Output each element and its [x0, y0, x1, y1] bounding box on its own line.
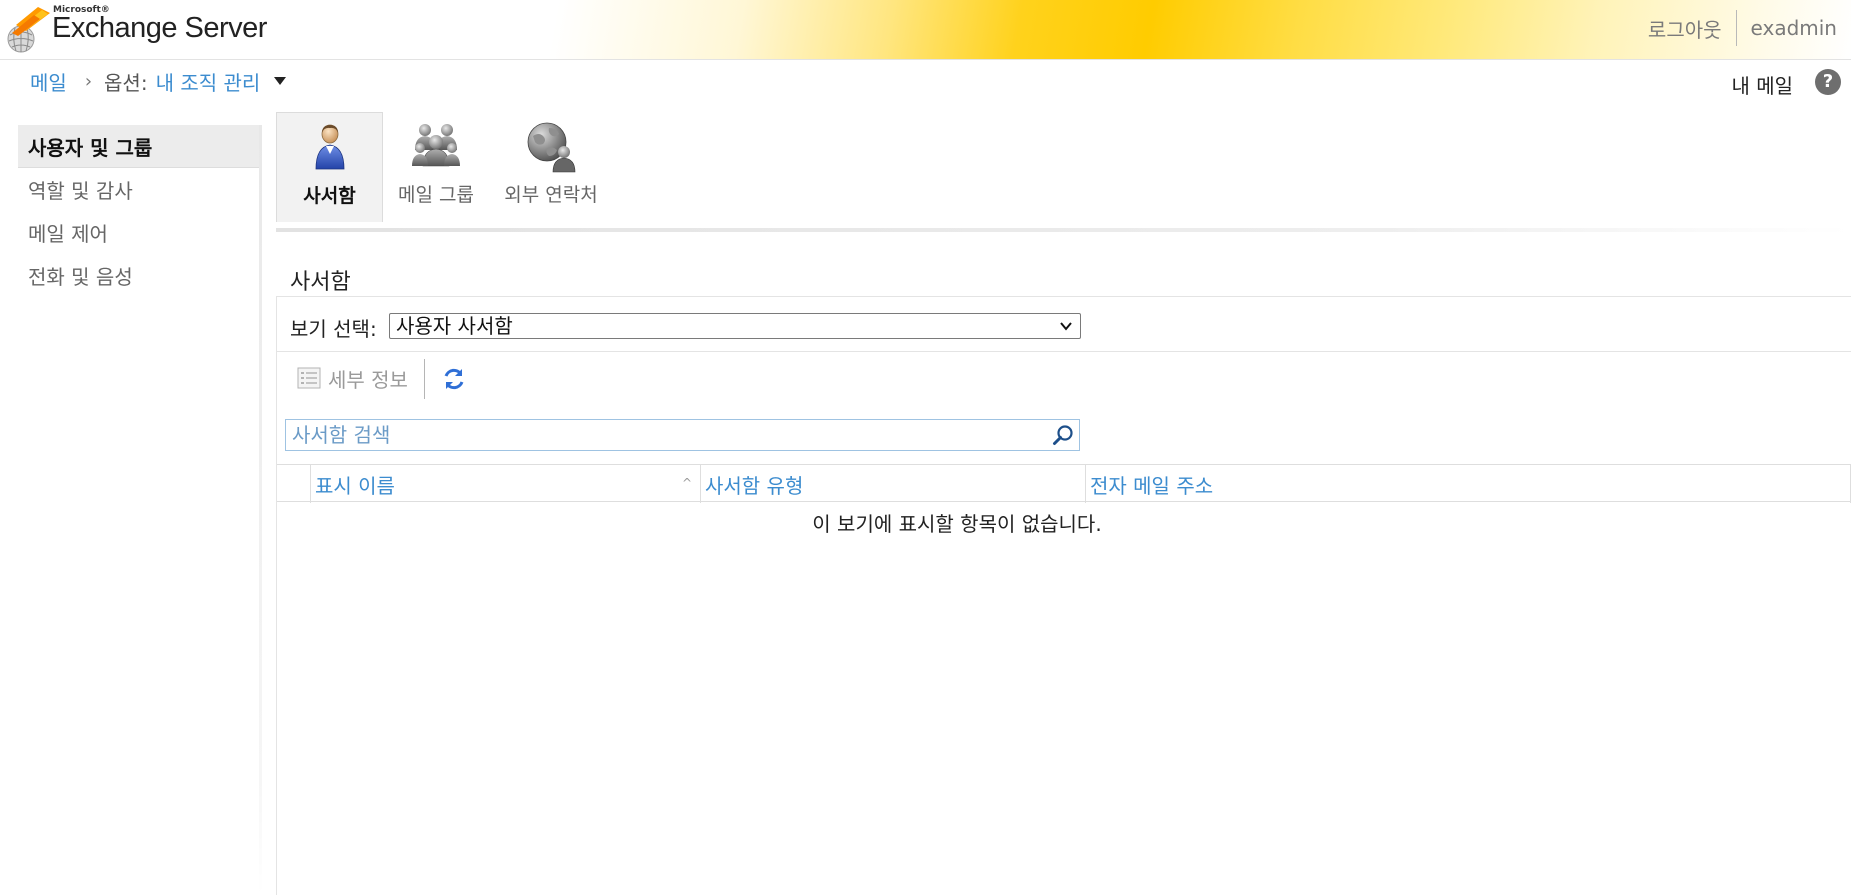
nav-item-label: 메일 제어 — [28, 222, 108, 246]
nav-divider — [259, 125, 262, 895]
toolbar: 세부 정보 — [277, 353, 1851, 403]
mailbox-panel: 보기 선택: 사용자 사서함 세부 정보 사서함 검색 표시 이름 ^ 사서함 … — [276, 296, 1851, 895]
product-name: Exchange Server — [52, 12, 267, 44]
ribbon-external-contacts[interactable]: 외부 연락처 — [489, 112, 613, 222]
globe-contact-icon — [527, 122, 576, 173]
select-column[interactable] — [277, 465, 310, 503]
view-label: 보기 선택: — [290, 317, 377, 341]
column-email-address[interactable]: 전자 메일 주소 — [1085, 465, 1851, 503]
exchange-logo: Microsoft® Exchange Server — [4, 3, 267, 57]
chevron-right-icon: › — [84, 70, 93, 92]
column-label: 표시 이름 — [315, 473, 395, 498]
toolbar-separator — [424, 359, 425, 399]
details-list-icon — [297, 367, 321, 389]
nav-item-label: 역할 및 감사 — [28, 179, 133, 203]
nav-item-label: 사용자 및 그룹 — [28, 135, 153, 160]
user-name[interactable]: exadmin — [1737, 16, 1851, 40]
breadcrumb-mail-link[interactable]: 메일 — [30, 67, 67, 96]
column-label: 전자 메일 주소 — [1090, 473, 1214, 498]
top-banner: Microsoft® Exchange Server 로그아웃 exadmin — [0, 0, 1851, 60]
nav-item-phone-voice[interactable]: 전화 및 음성 — [18, 254, 260, 297]
ribbon-label: 외부 연락처 — [504, 184, 598, 206]
view-selector-row: 보기 선택: 사용자 사서함 — [277, 297, 1851, 352]
ribbon-mailboxes[interactable]: 사서함 — [276, 112, 383, 222]
exchange-logo-icon — [7, 7, 50, 53]
nav-item-roles-auditing[interactable]: 역할 및 감사 — [18, 168, 260, 211]
breadcrumb-manage-link[interactable]: 내 조직 관리 — [156, 67, 261, 96]
search-input[interactable] — [286, 420, 1046, 450]
column-mailbox-type[interactable]: 사서함 유형 — [700, 465, 1085, 503]
ribbon-label: 사서함 — [303, 185, 356, 207]
help-icon[interactable]: ? — [1815, 69, 1841, 95]
breadcrumb-options-label: 옵션: — [104, 70, 148, 95]
ribbon: 사서함 메일 그룹 외부 연락처 — [276, 112, 1851, 230]
column-display-name[interactable]: 표시 이름 ^ — [310, 465, 700, 503]
nav-item-label: 전화 및 음성 — [28, 265, 133, 289]
nav-item-users-groups[interactable]: 사용자 및 그룹 — [18, 125, 260, 168]
column-label: 사서함 유형 — [705, 473, 804, 498]
group-icon — [412, 124, 460, 167]
page-title: 사서함 — [290, 270, 351, 295]
search-box — [285, 419, 1080, 451]
refresh-icon[interactable] — [441, 366, 467, 392]
empty-message: 이 보기에 표시할 항목이 없습니다. — [812, 512, 1102, 536]
sort-ascending-icon: ^ — [681, 476, 692, 490]
left-navigation: 사용자 및 그룹 역할 및 감사 메일 제어 전화 및 음성 — [18, 125, 260, 895]
logout-link[interactable]: 로그아웃 — [1634, 14, 1736, 43]
user-icon — [315, 124, 344, 170]
details-button[interactable]: 세부 정보 — [297, 361, 408, 395]
grid-header: 표시 이름 ^ 사서함 유형 전자 메일 주소 — [277, 464, 1851, 503]
my-mail-link[interactable]: 내 메일 — [1731, 70, 1793, 99]
view-select-value: 사용자 사서함 — [396, 314, 513, 338]
top-links: 로그아웃 exadmin — [1634, 10, 1851, 46]
caret-down-icon[interactable] — [274, 77, 287, 85]
chevron-down-icon — [1060, 322, 1072, 331]
search-icon[interactable] — [1051, 423, 1075, 447]
details-label: 세부 정보 — [328, 367, 408, 392]
view-select[interactable]: 사용자 사서함 — [389, 313, 1081, 339]
nav-item-mail-control[interactable]: 메일 제어 — [18, 211, 260, 254]
ribbon-divider — [276, 228, 1851, 232]
breadcrumb: 메일 › 옵션: 내 조직 관리 — [30, 66, 287, 96]
ribbon-label: 메일 그룹 — [398, 184, 474, 206]
ribbon-distribution-groups[interactable]: 메일 그룹 — [383, 112, 489, 222]
